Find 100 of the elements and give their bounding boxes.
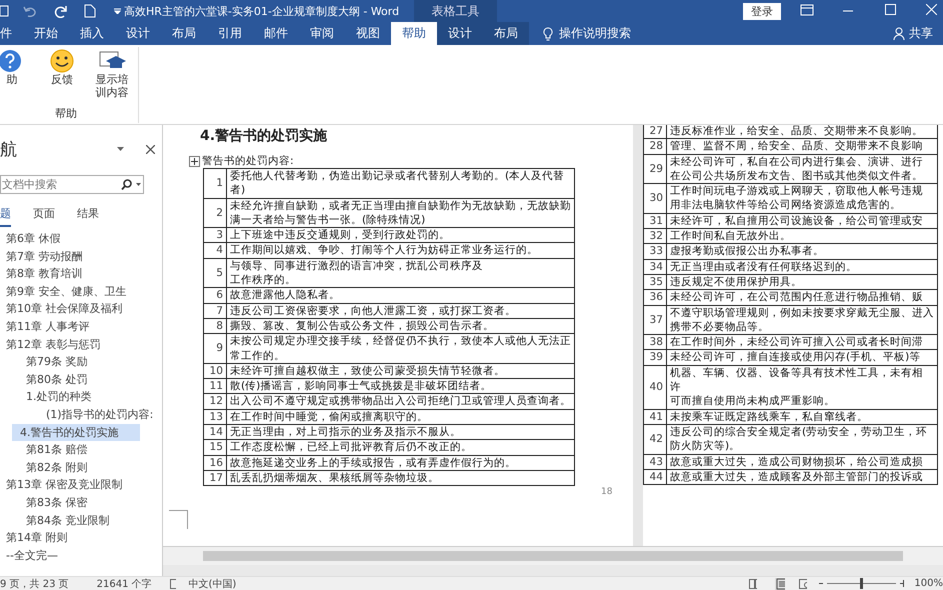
- caret-icon[interactable]: [117, 147, 124, 151]
- tell-me-search[interactable]: 操作说明搜索: [559, 25, 631, 42]
- table-cell: 故意拖延递交业务上的手续或报告，或有弄虚作假行为的。: [226, 455, 574, 470]
- ribbon-tab[interactable]: 开始: [23, 22, 69, 45]
- nav-tab[interactable]: 题: [0, 206, 11, 227]
- language-indicator[interactable]: 中文(中国): [188, 576, 236, 590]
- nav-heading-item[interactable]: --全文完—: [0, 546, 162, 564]
- row-number: 32: [644, 228, 666, 244]
- table-cell: 未经公司许可，擅自连接或使用闪存(手机、平板)等: [666, 350, 938, 366]
- undo-icon[interactable]: [23, 5, 37, 17]
- nav-heading-item[interactable]: 第6章 休假: [0, 230, 162, 248]
- minimize-icon[interactable]: [843, 10, 853, 12]
- window-title: 高效HR主管的六堂课-实务01-企业规章制度大纲 - Word: [124, 4, 400, 19]
- ribbon-tab[interactable]: 件: [0, 22, 23, 45]
- ribbon-tab[interactable]: 帮助: [391, 22, 437, 45]
- row-number: 6: [204, 288, 226, 304]
- zoom-level[interactable]: 100%: [914, 578, 943, 589]
- search-icon[interactable]: [121, 179, 132, 190]
- row-number: 33: [644, 244, 666, 260]
- ribbon-tab[interactable]: 邮件: [253, 22, 299, 45]
- table-move-handle-icon[interactable]: [189, 156, 200, 166]
- nav-heading-item[interactable]: 第10章 社会保障及福利: [0, 300, 162, 318]
- help-button[interactable]: 助: [0, 47, 32, 88]
- ribbon-tab[interactable]: 审阅: [299, 22, 345, 45]
- row-number: 40: [644, 365, 666, 410]
- table-cell: 机器、车辆、仪器、设备等具有技术性工具，未有相 许 可而擅自使用尚未构成严重影响。: [666, 365, 938, 410]
- ribbon-tab[interactable]: 设计: [437, 22, 483, 45]
- training-button[interactable]: 显示培训内容: [92, 47, 132, 101]
- nav-heading-item[interactable]: 第12章 表彰与惩罚: [0, 336, 162, 354]
- ribbon-tab[interactable]: 视图: [345, 22, 391, 45]
- table-cell: 违反公司工资保密要求，向他人泄露工资，或打探工资者。: [226, 303, 574, 318]
- nav-heading-item[interactable]: 第9章 安全、健康、卫生: [0, 282, 162, 300]
- nav-heading-item[interactable]: 第8章 教育培训: [0, 265, 162, 283]
- sign-in-button[interactable]: 登录: [743, 3, 781, 20]
- save-icon[interactable]: [0, 5, 9, 17]
- row-number: 4: [204, 242, 226, 258]
- table-cell: 上下班途中违反交通规则，受到行政处罚的。: [226, 228, 574, 243]
- nav-heading-item[interactable]: 第79条 奖励: [0, 353, 162, 371]
- nav-heading-item[interactable]: 第81条 赔偿: [0, 441, 162, 459]
- caret-icon[interactable]: [114, 8, 121, 14]
- row-number: 35: [644, 274, 666, 290]
- table-cell: 无正当理由，对上司指示的业务及指示不服从。: [226, 424, 574, 440]
- nav-heading-item[interactable]: (1)指导书的处罚内容:: [0, 406, 162, 424]
- new-document-icon[interactable]: [84, 4, 96, 18]
- ribbon-tab[interactable]: 设计: [115, 22, 161, 45]
- nav-heading-item[interactable]: 第11章 人事考评: [0, 318, 162, 336]
- table-cell: 工作时间私自无故外出。: [666, 228, 938, 244]
- ribbon-display-icon[interactable]: [800, 4, 814, 16]
- row-number: 14: [204, 424, 226, 440]
- ribbon-tab[interactable]: 插入: [69, 22, 115, 45]
- web-layout-icon[interactable]: [799, 578, 808, 588]
- feedback-button[interactable]: 反馈: [42, 47, 82, 88]
- row-number: 7: [204, 303, 226, 318]
- proofing-icon[interactable]: [170, 578, 176, 588]
- row-number: 27: [644, 125, 666, 139]
- close-icon[interactable]: [146, 144, 155, 154]
- nav-tab[interactable]: 页面: [33, 206, 55, 225]
- maximize-icon[interactable]: [885, 4, 896, 15]
- nav-heading-item[interactable]: 第13章 保密及竞业限制: [0, 476, 162, 494]
- table-cell: 工作期间以嬉戏、争吵、打闹等个人行为妨碍正常业务运行的。: [226, 242, 574, 258]
- nav-heading-item[interactable]: 第82条 附则: [0, 458, 162, 476]
- print-layout-icon[interactable]: [775, 578, 786, 590]
- table-cell: 工作态度松懈，已经上司批评教育后仍不改正的。: [226, 440, 574, 456]
- table-cell: 未经公司许可，在公司范围内任意进行物品推销、贩: [666, 290, 938, 306]
- navigation-pane-title: 航: [0, 138, 17, 160]
- table-cell: 无正当理由或者没有任何联络迟到的。: [666, 259, 938, 274]
- search-field[interactable]: 文档中搜索: [0, 175, 144, 194]
- page-count[interactable]: 9 页，共 23 页: [0, 576, 69, 590]
- nav-heading-item[interactable]: 第7章 劳动报酬: [0, 248, 162, 266]
- row-number: 34: [644, 259, 666, 274]
- row-number: 5: [204, 258, 226, 288]
- horizontal-scrollbar[interactable]: [163, 546, 943, 565]
- ribbon-tab[interactable]: 引用: [207, 22, 253, 45]
- nav-heading-item[interactable]: 第83条 保密: [0, 494, 162, 512]
- nav-heading-item[interactable]: 第84条 竞业限制: [0, 512, 162, 530]
- lightbulb-icon[interactable]: [543, 26, 553, 40]
- nav-tab[interactable]: 结果: [77, 206, 99, 225]
- table-cell: 未按公司规定办理交接手续，经督促仍不执行，致使本人或他人无法正 常工作的。: [226, 334, 574, 364]
- page-number: 18: [601, 487, 612, 497]
- row-number: 41: [644, 409, 666, 424]
- row-number: 11: [204, 378, 226, 394]
- table-cell: 在工作时间中睡觉，偷闲或擅离职守的。: [226, 409, 574, 425]
- read-mode-icon[interactable]: [749, 578, 758, 588]
- zoom-in-icon[interactable]: [900, 580, 904, 587]
- person-icon[interactable]: [893, 27, 905, 40]
- caret-icon[interactable]: [136, 183, 141, 186]
- zoom-out-icon[interactable]: [819, 582, 824, 585]
- row-number: 13: [204, 409, 226, 425]
- redo-icon[interactable]: [54, 4, 68, 18]
- ribbon-tab[interactable]: 布局: [161, 22, 207, 45]
- table-cell: 违反公司的综合安全规定者(劳动安全，劳动卫生，环 防火防灾等)。: [666, 424, 938, 454]
- nav-heading-item[interactable]: 第80条 处罚: [0, 370, 162, 388]
- table-cell: 与领导、同事进行激烈的语言冲突，扰乱公司秩序及 工作秩序的。: [226, 258, 574, 288]
- row-number: 9: [204, 334, 226, 364]
- nav-heading-item[interactable]: 第14章 附则: [0, 529, 162, 547]
- ribbon-tab[interactable]: 布局: [483, 22, 529, 45]
- word-count[interactable]: 21641 个字: [96, 576, 152, 590]
- share-button[interactable]: 共享: [909, 25, 933, 42]
- nav-heading-item[interactable]: 1.处罚的种类: [0, 388, 162, 406]
- nav-heading-item[interactable]: 4.警告书的处罚实施: [12, 424, 140, 442]
